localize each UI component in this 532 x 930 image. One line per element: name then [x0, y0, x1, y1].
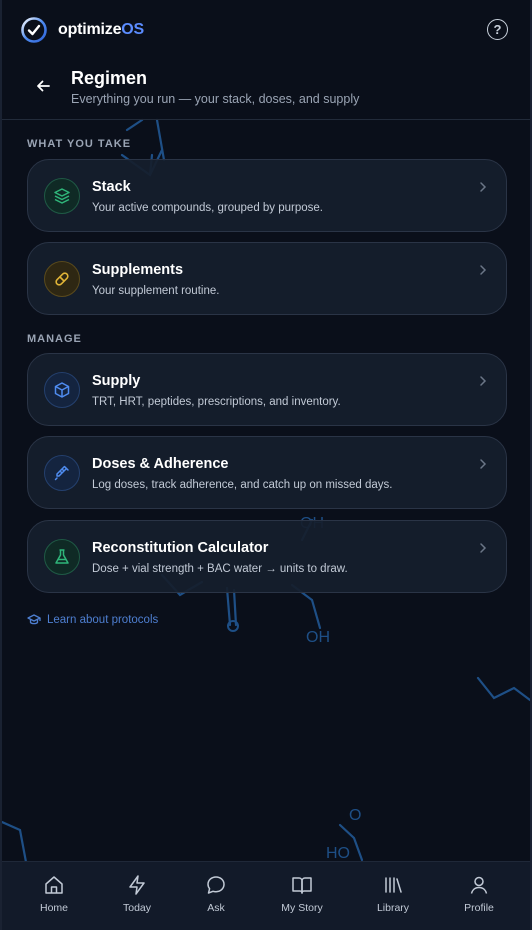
brand[interactable]: optimizeOS: [20, 16, 144, 44]
page-header: Regimen Everything you run — your stack,…: [2, 60, 530, 120]
nav-label: My Story: [281, 902, 323, 914]
back-button[interactable]: [33, 76, 53, 96]
brand-name-part2: OS: [121, 21, 145, 38]
chevron-right-icon: [480, 265, 487, 275]
nav-label: Ask: [207, 902, 225, 914]
nav-item-profile[interactable]: Profile: [439, 874, 519, 914]
card-title: Doses & Adherence: [92, 456, 229, 472]
top-bar: optimizeOS ?: [2, 0, 530, 60]
graduation-cap-icon: [27, 614, 41, 625]
section-label-what-you-take: WHAT YOU TAKE: [27, 138, 132, 150]
card-supplements[interactable]: Supplements Your supplement routine.: [27, 242, 507, 315]
help-icon[interactable]: ?: [487, 19, 508, 40]
card-description: Your active compounds, grouped by purpos…: [92, 202, 324, 214]
card-supply[interactable]: Supply TRT, HRT, peptides, prescriptions…: [27, 353, 507, 426]
brand-name: optimizeOS: [58, 21, 144, 39]
chat-icon: [207, 876, 225, 894]
layers-icon: [44, 178, 80, 214]
syringe-icon: [44, 455, 80, 491]
nav-item-ask[interactable]: Ask: [176, 874, 256, 914]
molecule-label-oh-2: OH: [306, 629, 330, 646]
nav-label: Home: [39, 902, 68, 914]
nav-label: Library: [376, 902, 410, 914]
card-title: Supplements: [92, 262, 184, 278]
chevron-right-icon: [480, 459, 487, 469]
molecule-label-o: O: [349, 807, 361, 824]
molecule-label-ho: HO: [326, 845, 350, 862]
nav-item-library[interactable]: Library: [353, 874, 433, 914]
learn-protocols-label: Learn about protocols: [47, 614, 159, 626]
chevron-right-icon: [480, 376, 487, 386]
card-title: Reconstitution Calculator: [92, 540, 269, 556]
learn-protocols-link[interactable]: Learn about protocols: [27, 614, 158, 626]
home-icon: [45, 876, 63, 894]
brand-name-part1: optimize: [58, 21, 122, 38]
card-description: TRT, HRT, peptides, prescriptions, and i…: [92, 396, 341, 408]
bolt-icon: [129, 875, 145, 895]
page-subtitle: Everything you run — your stack, doses, …: [71, 92, 360, 106]
nav-item-home[interactable]: Home: [14, 874, 94, 914]
app-frame: OH OH O HO optimizeOS ?: [0, 0, 532, 930]
card-description: Log doses, track adherence, and catch up…: [92, 479, 393, 491]
book-icon: [292, 877, 312, 894]
page-title: Regimen: [71, 68, 148, 88]
section-label-manage: MANAGE: [27, 333, 82, 345]
nav-label: Profile: [464, 902, 494, 914]
card-description: Dose + vial strength + BAC water → units…: [92, 563, 348, 575]
nav-label: Today: [122, 902, 152, 914]
card-title: Supply: [92, 373, 141, 389]
chevron-right-icon: [480, 182, 487, 192]
library-icon: [385, 877, 402, 893]
pill-icon: [44, 261, 80, 297]
nav-item-my-story[interactable]: My Story: [262, 874, 342, 914]
brand-logo-icon: [21, 17, 47, 43]
chevron-right-icon: [480, 543, 487, 553]
card-doses-adherence[interactable]: Doses & Adherence Log doses, track adher…: [27, 436, 507, 509]
card-reconstitution-calculator[interactable]: Reconstitution Calculator Dose + vial st…: [27, 520, 507, 593]
flask-icon: [44, 539, 80, 575]
bottom-nav: Home Today Ask My Story Library Profile: [2, 861, 530, 930]
card-stack[interactable]: Stack Your active compounds, grouped by …: [27, 159, 507, 232]
card-description: Your supplement routine.: [92, 285, 220, 297]
arrow-left-icon: [37, 80, 50, 92]
nav-item-today[interactable]: Today: [97, 874, 177, 914]
card-title: Stack: [92, 179, 131, 195]
user-icon: [470, 876, 488, 894]
box-icon: [44, 372, 80, 408]
